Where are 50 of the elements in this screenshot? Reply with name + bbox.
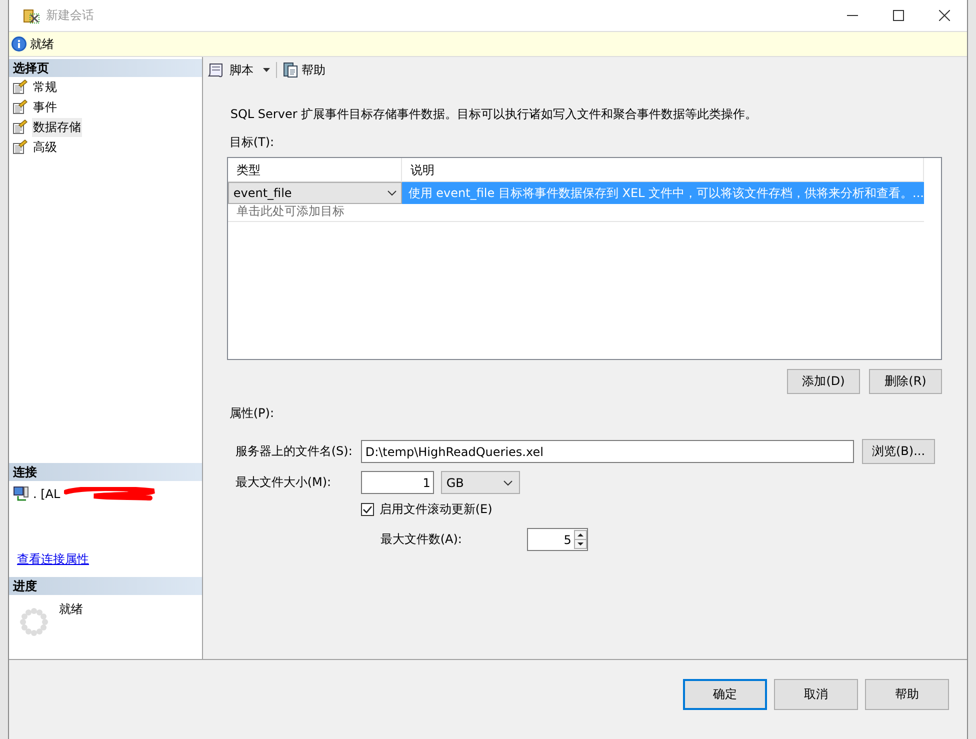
chevron-icon bbox=[387, 190, 398, 196]
page-icon bbox=[12, 139, 28, 155]
caret-icon bbox=[263, 68, 270, 72]
server-icon bbox=[13, 486, 29, 502]
checkbox-label: 启用文件滚动更新(E) bbox=[379, 501, 492, 518]
page-item[interactable]: 事件 bbox=[32, 98, 58, 116]
checkbox[interactable] bbox=[361, 503, 374, 516]
field-label: 最大文件数(A): bbox=[380, 531, 463, 548]
section-header: 连接 bbox=[9, 463, 202, 481]
page-item[interactable]: 常规 bbox=[32, 78, 58, 96]
page-icon bbox=[12, 119, 28, 135]
window-title: 新建会话 bbox=[46, 7, 95, 24]
properties-label: 属性(P): bbox=[229, 405, 275, 422]
info-icon bbox=[11, 36, 27, 52]
add-target-placeholder[interactable]: 单击此处可添加目标 bbox=[228, 204, 924, 222]
server-name: . [AL bbox=[33, 487, 60, 501]
chevron-icon bbox=[503, 480, 514, 486]
app-icon bbox=[23, 7, 40, 24]
status-text: 就绪 bbox=[30, 36, 54, 52]
browse-button[interactable]: 浏览(B)... bbox=[862, 439, 935, 464]
targets-label: 目标(T): bbox=[229, 134, 276, 151]
delete-button[interactable]: 删除(R) bbox=[869, 369, 942, 394]
page-item[interactable]: 高级 bbox=[32, 138, 58, 156]
max-size-field[interactable]: 1 bbox=[361, 471, 434, 494]
section-header: 选择页 bbox=[9, 59, 202, 77]
help-icon bbox=[283, 62, 300, 78]
close-icon[interactable] bbox=[938, 10, 950, 21]
max-files-spinner[interactable]: 5 bbox=[527, 528, 588, 551]
script-dropdown[interactable]: 脚本 bbox=[205, 62, 272, 78]
page-icon bbox=[12, 99, 28, 115]
file-name-field[interactable]: D:\temp\HighReadQueries.xel bbox=[361, 440, 854, 463]
page-item[interactable]: 数据存储 bbox=[32, 118, 82, 136]
field-label: 最大文件大小(M): bbox=[235, 474, 332, 491]
type-dropdown[interactable]: event_file bbox=[228, 182, 402, 204]
unit-dropdown[interactable]: GB bbox=[441, 471, 520, 494]
section-header: 进度 bbox=[9, 577, 202, 595]
page-icon bbox=[12, 79, 28, 95]
script-icon bbox=[207, 62, 226, 78]
ok-button[interactable]: 确定 bbox=[683, 679, 767, 710]
add-button[interactable]: 添加(D) bbox=[787, 369, 860, 394]
spin-arrows-icon bbox=[574, 530, 588, 549]
connection-properties-link[interactable]: 查看连接属性 bbox=[17, 551, 202, 568]
help-button[interactable]: 帮助 bbox=[865, 679, 949, 710]
field-label: 服务器上的文件名(S): bbox=[235, 443, 354, 460]
progress-status: 就绪 bbox=[59, 601, 83, 618]
maximize-icon[interactable] bbox=[892, 10, 904, 21]
spinner-icon bbox=[19, 607, 49, 637]
help-button[interactable]: 帮助 bbox=[281, 62, 328, 78]
description-text: SQL Server 扩展事件目标存储事件数据。目标可以执行诸如写入文件和聚合事件数据等此类操作。 bbox=[230, 106, 758, 123]
cancel-button[interactable]: 取消 bbox=[774, 679, 858, 710]
